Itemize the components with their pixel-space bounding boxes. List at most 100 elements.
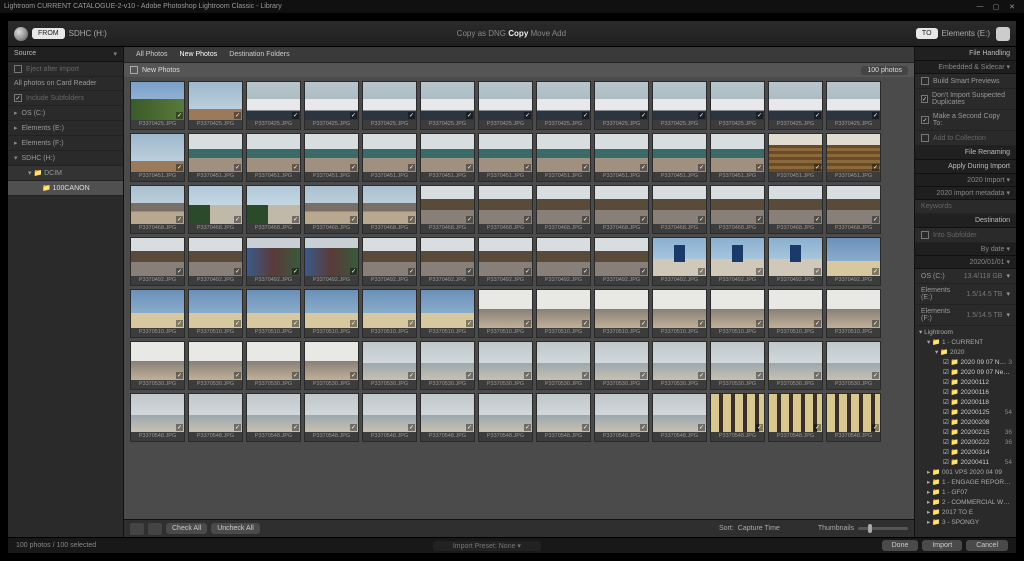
thumbnail-cell[interactable]: P3370451.JPG <box>188 133 243 182</box>
check-icon[interactable] <box>234 424 241 431</box>
check-all-button[interactable]: Check All <box>166 523 207 534</box>
thumbnail-cell[interactable]: P3370548.JPG <box>594 393 649 442</box>
thumbnail-cell[interactable]: P3370468.JPG <box>188 185 243 234</box>
check-icon[interactable] <box>756 372 763 379</box>
from-device[interactable]: SDHC (H:) <box>69 29 107 38</box>
thumbnail-cell[interactable]: P3370510.JPG <box>710 289 765 338</box>
check-icon[interactable] <box>872 112 879 119</box>
check-icon[interactable] <box>234 372 241 379</box>
check-icon[interactable] <box>292 372 299 379</box>
check-icon[interactable] <box>408 320 415 327</box>
check-icon[interactable] <box>698 164 705 171</box>
thumbnail-cell[interactable]: P3370530.JPG <box>362 341 417 390</box>
check-icon[interactable] <box>524 164 531 171</box>
maximize-icon[interactable]: ▢ <box>988 3 1004 11</box>
check-icon[interactable] <box>350 268 357 275</box>
thumbnail-cell[interactable]: P3370530.JPG <box>188 341 243 390</box>
thumbnail-cell[interactable]: P3370451.JPG <box>478 133 533 182</box>
thumbnail-cell[interactable]: P3370468.JPG <box>478 185 533 234</box>
thumbnail-cell[interactable]: P3370530.JPG <box>420 341 475 390</box>
destination-folder[interactable]: ☑ 📁 20200314 <box>919 448 1012 458</box>
check-icon[interactable] <box>582 320 589 327</box>
check-icon[interactable] <box>814 268 821 275</box>
check-icon[interactable] <box>350 164 357 171</box>
thumbnail-cell[interactable]: P3370510.JPG <box>478 289 533 338</box>
loupe-view-icon[interactable] <box>148 523 162 535</box>
thumbnail-cell[interactable]: P3370425.JPG <box>246 81 301 130</box>
thumbnail-cell[interactable]: P3370510.JPG <box>594 289 649 338</box>
thumbnail-cell[interactable]: P3370492.JPG <box>478 237 533 286</box>
check-icon[interactable] <box>466 372 473 379</box>
thumbnail-cell[interactable]: P3370425.JPG <box>420 81 475 130</box>
check-icon[interactable] <box>814 424 821 431</box>
thumbnail-cell[interactable]: P3370425.JPG <box>826 81 881 130</box>
filter-new[interactable]: New Photos <box>174 51 224 58</box>
check-icon[interactable] <box>292 164 299 171</box>
check-icon[interactable] <box>408 424 415 431</box>
thumbnail-cell[interactable]: P3370530.JPG <box>130 341 185 390</box>
destination-tree[interactable]: ▾ Lightroom▾ 📁 1 - CURRENT▾ 📁 20203☑ 📁 2… <box>915 326 1016 537</box>
check-icon[interactable] <box>234 164 241 171</box>
thumbnail-cell[interactable]: P3370451.JPG <box>130 133 185 182</box>
thumbnail-cell[interactable]: P3370510.JPG <box>246 289 301 338</box>
thumbnail-cell[interactable]: P3370548.JPG <box>478 393 533 442</box>
thumbnail-cell[interactable]: P3370492.JPG <box>246 237 301 286</box>
thumbnail-cell[interactable]: P3370548.JPG <box>420 393 475 442</box>
destination-folder[interactable]: ▸ 📁 2017 TO E <box>919 508 1012 518</box>
thumbnail-cell[interactable]: P3370530.JPG <box>826 341 881 390</box>
check-icon[interactable] <box>640 164 647 171</box>
thumbnail-cell[interactable]: P3370451.JPG <box>826 133 881 182</box>
check-icon[interactable] <box>524 268 531 275</box>
check-icon[interactable] <box>292 424 299 431</box>
develop-settings[interactable]: 2020 Import ▾ <box>915 174 1016 187</box>
thumbnail-cell[interactable]: P3370425.JPG <box>304 81 359 130</box>
check-icon[interactable] <box>524 320 531 327</box>
check-icon[interactable] <box>582 164 589 171</box>
destination-header[interactable]: Destination <box>915 214 1016 228</box>
thumbnail-cell[interactable]: P3370451.JPG <box>594 133 649 182</box>
destination-volume[interactable]: Elements (E:)1.5/14.5 TB ▾ <box>915 284 1016 305</box>
thumbnail-cell[interactable]: P3370492.JPG <box>362 237 417 286</box>
check-icon[interactable] <box>640 112 647 119</box>
check-icon[interactable] <box>698 268 705 275</box>
import-button[interactable]: Import <box>922 540 962 551</box>
check-icon[interactable] <box>466 320 473 327</box>
check-icon[interactable] <box>292 112 299 119</box>
thumbnail-cell[interactable]: P3370530.JPG <box>304 341 359 390</box>
file-renaming-header[interactable]: File Renaming <box>915 146 1016 160</box>
thumbnail-cell[interactable]: P3370451.JPG <box>536 133 591 182</box>
checkbox-icon[interactable] <box>921 134 929 142</box>
destination-folder[interactable]: ▸ 📁 1 - ENGAGE REPORT JANUARY 2019 <box>919 478 1012 488</box>
thumbnail-cell[interactable]: P3370510.JPG <box>188 289 243 338</box>
check-icon[interactable] <box>350 112 357 119</box>
thumbnail-cell[interactable]: P3370468.JPG <box>652 185 707 234</box>
thumbnail-cell[interactable]: P3370492.JPG <box>304 237 359 286</box>
source-volume[interactable]: ▸ Elements (F:) <box>8 136 123 151</box>
check-icon[interactable] <box>756 112 763 119</box>
checkbox-icon[interactable] <box>921 95 928 103</box>
check-icon[interactable] <box>350 372 357 379</box>
thumbnail-cell[interactable]: P3370468.JPG <box>768 185 823 234</box>
filter-dest[interactable]: Destination Folders <box>223 51 295 58</box>
check-icon[interactable] <box>408 216 415 223</box>
destination-folder[interactable]: ▸ 📁 3 - SPONGY <box>919 518 1012 528</box>
thumbnail-size-slider[interactable] <box>858 527 908 530</box>
thumbnail-cell[interactable]: P3370451.JPG <box>652 133 707 182</box>
check-icon[interactable] <box>466 424 473 431</box>
check-icon[interactable] <box>176 320 183 327</box>
check-icon[interactable] <box>872 424 879 431</box>
thumbnail-cell[interactable]: P3370548.JPG <box>826 393 881 442</box>
apply-during-import-header[interactable]: Apply During Import <box>915 160 1016 174</box>
check-icon[interactable] <box>408 268 415 275</box>
check-icon[interactable] <box>814 112 821 119</box>
done-button[interactable]: Done <box>882 540 919 551</box>
thumbnail-cell[interactable]: P3370492.JPG <box>188 237 243 286</box>
check-icon[interactable] <box>350 216 357 223</box>
checkbox-icon[interactable] <box>921 231 929 239</box>
check-icon[interactable] <box>814 216 821 223</box>
check-icon[interactable] <box>524 424 531 431</box>
thumbnail-cell[interactable]: P3370530.JPG <box>246 341 301 390</box>
check-icon[interactable] <box>582 112 589 119</box>
destination-folder[interactable]: 54☑ 📁 20200411 <box>919 458 1012 468</box>
thumbnail-cell[interactable]: P3370492.JPG <box>420 237 475 286</box>
